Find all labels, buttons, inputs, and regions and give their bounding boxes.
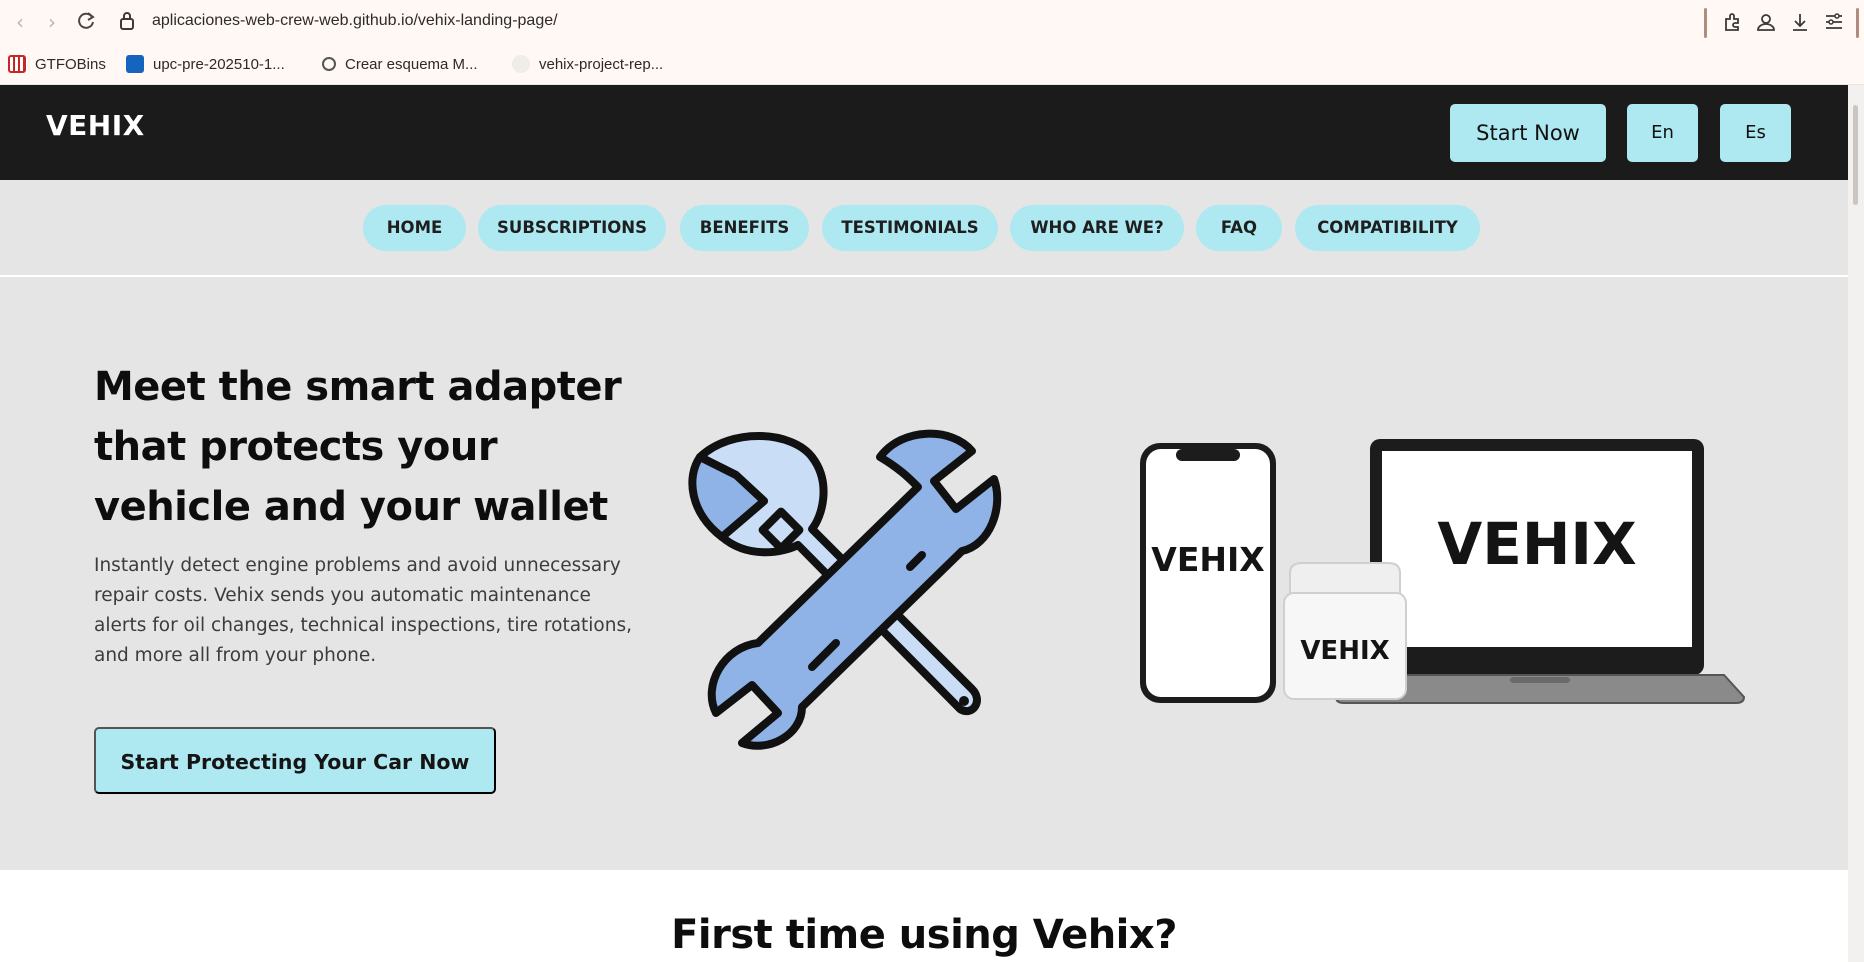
- first-time-heading: First time using Vehix?: [671, 912, 1177, 958]
- lock-icon[interactable]: [118, 11, 138, 33]
- hero-title: Meet the smart adapter that protects you…: [94, 364, 622, 530]
- hero-description: Instantly detect engine problems and avo…: [94, 555, 632, 666]
- forward-icon[interactable]: ›: [40, 10, 64, 34]
- vehix-devices-image: VEHIX VEHIX VEHIX: [1130, 427, 1750, 727]
- wrench-tools-icon: [672, 417, 1012, 757]
- site-logo[interactable]: VEHIX: [46, 109, 145, 142]
- site-header: VEHIX Start Now En Es: [0, 85, 1848, 180]
- browser-chrome: ‹ › aplicaciones-web-crew-web.github.io/…: [0, 0, 1864, 85]
- nav-item-subscriptions[interactable]: SUBSCRIPTIONS: [478, 205, 666, 251]
- laptop-brand-text: VEHIX: [1437, 510, 1636, 578]
- main-nav: HOME SUBSCRIPTIONS BENEFITS TESTIMONIALS…: [0, 180, 1848, 276]
- bookmark-upc[interactable]: upc-pre-202510-1...: [126, 53, 285, 75]
- bookmark-label: upc-pre-202510-1...: [153, 55, 285, 73]
- bookmark-label: GTFOBins: [35, 55, 106, 73]
- openai-icon: [322, 57, 336, 71]
- nav-item-testimonials[interactable]: TESTIMONIALS: [822, 205, 998, 251]
- github-icon: [512, 55, 530, 73]
- scrollbar-thumb[interactable]: [1853, 105, 1858, 205]
- page-scrollbar[interactable]: [1848, 85, 1864, 962]
- menu-icon[interactable]: [1823, 11, 1845, 33]
- adapter-brand-text: VEHIX: [1300, 636, 1389, 666]
- nav-item-home[interactable]: HOME: [363, 205, 466, 251]
- nav-item-compatibility[interactable]: COMPATIBILITY: [1295, 205, 1480, 251]
- toolbar-divider: [1704, 8, 1707, 38]
- bookmark-vehix-project[interactable]: vehix-project-rep...: [512, 53, 663, 75]
- bookmark-label: vehix-project-rep...: [539, 55, 664, 73]
- bookmark-gtfobins[interactable]: GTFOBins: [8, 53, 106, 75]
- start-now-button[interactable]: Start Now: [1450, 104, 1606, 162]
- download-icon[interactable]: [1789, 11, 1811, 33]
- bookmark-crear-esquema[interactable]: Crear esquema M...: [322, 53, 478, 75]
- phone-brand-text: VEHIX: [1151, 540, 1264, 579]
- profile-icon[interactable]: [1755, 11, 1777, 33]
- gtfobins-icon: [8, 55, 26, 73]
- nav-item-benefits[interactable]: BENEFITS: [680, 205, 809, 251]
- extensions-icon[interactable]: [1722, 11, 1744, 33]
- nav-item-faq[interactable]: FAQ: [1196, 205, 1282, 251]
- address-bar-row: ‹ › aplicaciones-web-crew-web.github.io/…: [0, 0, 1864, 44]
- upc-icon: [126, 55, 144, 73]
- start-protecting-button[interactable]: Start Protecting Your Car Now: [94, 727, 496, 794]
- nav-item-who-are-we[interactable]: WHO ARE WE?: [1010, 205, 1184, 251]
- reload-icon[interactable]: [74, 10, 98, 34]
- back-icon[interactable]: ‹: [8, 10, 32, 34]
- bookmarks-bar: GTFOBins upc-pre-202510-1... Crear esque…: [0, 48, 1864, 78]
- language-en-button[interactable]: En: [1627, 104, 1698, 162]
- hero-section: Meet the smart adapter that protects you…: [0, 277, 1848, 870]
- bookmark-label: Crear esquema M...: [345, 55, 478, 73]
- address-bar-url[interactable]: aplicaciones-web-crew-web.github.io/vehi…: [152, 12, 558, 30]
- toolbar-divider-right: [1856, 8, 1859, 38]
- language-es-button[interactable]: Es: [1720, 104, 1791, 162]
